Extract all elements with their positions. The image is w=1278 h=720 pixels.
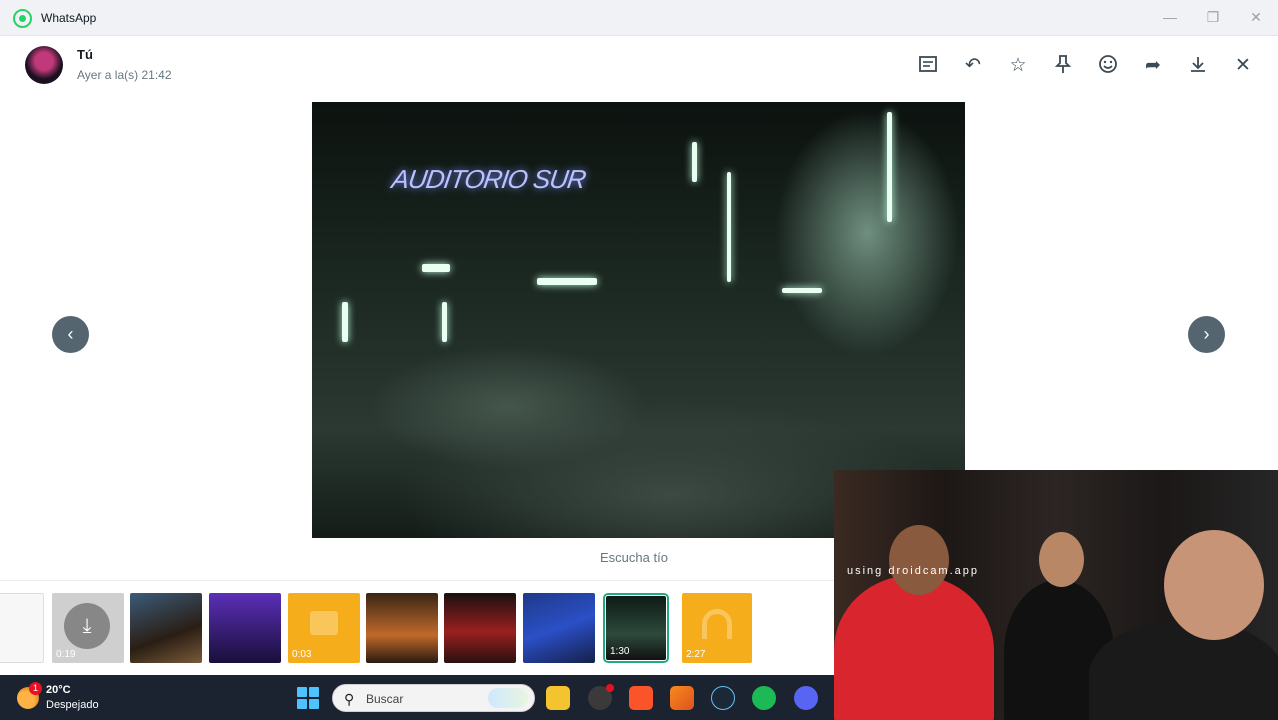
media-duration: 0:03: [292, 649, 312, 660]
media-duration: 0:19: [56, 649, 76, 660]
media-thumbnail[interactable]: ⤓ 0:19: [52, 593, 124, 663]
webcam-overlay: using droidcam.app: [834, 470, 1278, 720]
taskbar-search[interactable]: ⚲ Buscar: [332, 684, 535, 712]
message-timestamp: Ayer a la(s) 21:42: [77, 68, 172, 82]
pin-icon[interactable]: [1051, 54, 1075, 78]
media-thumbnail[interactable]: [366, 593, 438, 663]
media-viewer-header: Tú Ayer a la(s) 21:42 ↶ ☆ ➦ ✕: [0, 36, 1278, 96]
media-thumbnail[interactable]: 2:27: [682, 593, 752, 663]
brave-browser-icon[interactable]: [629, 686, 653, 710]
emoji-icon[interactable]: [1096, 54, 1120, 78]
file-explorer-icon[interactable]: [546, 686, 570, 710]
search-icon: ⚲: [344, 691, 355, 707]
stage-light: [342, 302, 348, 342]
download-icon[interactable]: ⤓: [64, 603, 110, 649]
video-sign-text: AUDITORIO SUR: [389, 164, 588, 194]
media-thumbnail-selected[interactable]: 1:30: [603, 593, 669, 663]
reply-icon[interactable]: ↶: [961, 54, 985, 78]
media-thumbnail[interactable]: [130, 593, 202, 663]
stage-light: [692, 142, 697, 182]
stage-light: [442, 302, 447, 342]
forward-icon[interactable]: ➦: [1141, 54, 1165, 78]
windows-logo-icon: [309, 687, 319, 697]
window-close-button[interactable]: ✕: [1241, 6, 1271, 28]
fl-studio-icon[interactable]: [670, 686, 694, 710]
person-head: [1164, 530, 1264, 640]
notification-dot-icon: [606, 684, 614, 692]
minimize-button[interactable]: —: [1155, 6, 1185, 28]
media-thumbnail[interactable]: [0, 593, 44, 663]
close-icon[interactable]: ✕: [1231, 54, 1255, 78]
avatar[interactable]: [25, 46, 63, 84]
start-button[interactable]: [297, 687, 319, 709]
previous-media-button[interactable]: ‹: [52, 316, 89, 353]
media-thumbnail[interactable]: [209, 593, 281, 663]
download-icon[interactable]: [1186, 54, 1210, 78]
next-media-button[interactable]: ›: [1188, 316, 1225, 353]
stage-light: [887, 112, 892, 222]
message-icon[interactable]: [916, 54, 940, 78]
sender-name: Tú: [77, 47, 93, 62]
stage-light: [727, 172, 731, 282]
media-thumbnail[interactable]: [523, 593, 595, 663]
media-caption: Escucha tío: [600, 550, 668, 565]
notification-badge: 1: [29, 682, 42, 695]
taskbar: 1 20°C Despejado ⚲ Buscar: [0, 675, 834, 720]
image-icon: [310, 611, 338, 635]
whatsapp-logo-icon: [13, 9, 32, 28]
person: [1089, 620, 1278, 720]
search-placeholder: Buscar: [366, 692, 404, 706]
obs-icon[interactable]: [588, 684, 614, 710]
windows-logo-icon: [297, 687, 307, 697]
weather-temperature[interactable]: 20°C: [46, 684, 71, 696]
title-bar: WhatsApp — ❐ ✕: [0, 0, 1278, 36]
media-duration: 1:30: [610, 646, 630, 657]
stage-light: [537, 278, 597, 285]
media-thumbnail[interactable]: [444, 593, 516, 663]
person-head: [1039, 532, 1084, 587]
window-title: WhatsApp: [41, 11, 97, 25]
media-thumbnail-strip: ⤓ 0:19 0:03 1:30 2:27: [0, 580, 834, 675]
steam-icon[interactable]: [711, 686, 735, 710]
discord-icon[interactable]: [794, 686, 818, 710]
star-icon[interactable]: ☆: [1006, 54, 1030, 78]
headphones-icon: [702, 609, 732, 639]
restore-button[interactable]: ❐: [1198, 6, 1228, 28]
search-highlight-image: [488, 688, 528, 708]
spotify-icon[interactable]: [752, 686, 776, 710]
stage-light: [782, 288, 822, 293]
media-thumbnail[interactable]: 0:03: [288, 593, 360, 663]
weather-condition[interactable]: Despejado: [46, 699, 99, 711]
windows-logo-icon: [297, 699, 307, 709]
stage-light: [422, 264, 450, 272]
media-duration: 2:27: [686, 649, 706, 660]
webcam-watermark: using droidcam.app: [847, 565, 980, 577]
person-head: [889, 525, 949, 595]
windows-logo-icon: [309, 699, 319, 709]
person: [834, 575, 994, 720]
